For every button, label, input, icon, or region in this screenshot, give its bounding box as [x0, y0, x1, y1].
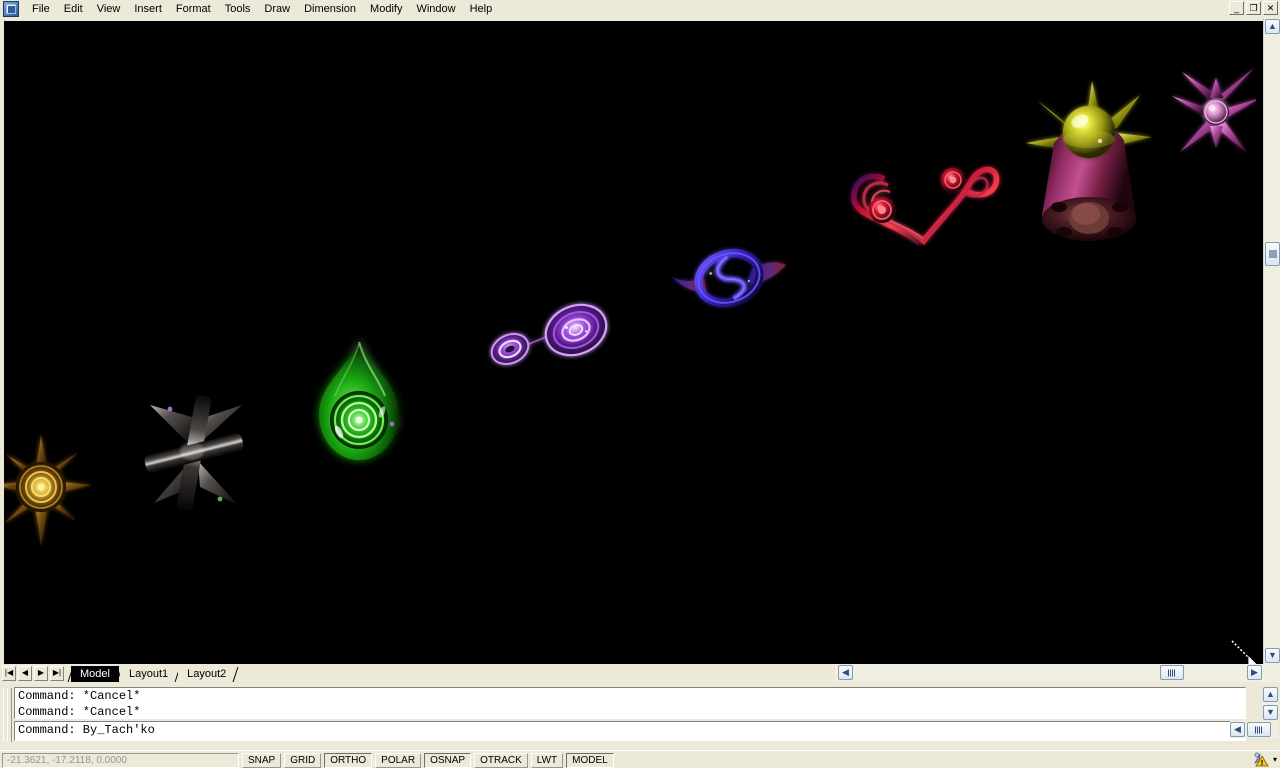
- status-tray: ▾: [1252, 752, 1277, 767]
- vertical-scroll-thumb[interactable]: [1265, 242, 1280, 266]
- chrome-asterisk: [144, 395, 244, 511]
- application-window: File Edit View Insert Format Tools Draw …: [0, 0, 1280, 768]
- vertical-scrollbar[interactable]: ▲ ▼: [1263, 18, 1280, 664]
- command-history-line: Command: *Cancel*: [18, 689, 141, 703]
- close-button[interactable]: ✕: [1263, 1, 1278, 15]
- menu-modify[interactable]: Modify: [363, 1, 409, 18]
- green-teardrop: [319, 341, 399, 460]
- horizontal-scrollbar[interactable]: ◀ ▶: [835, 664, 1280, 682]
- restore-glyph: ❐: [1249, 3, 1258, 13]
- prev-tab-button[interactable]: ◀: [18, 665, 32, 681]
- restore-button[interactable]: ❐: [1246, 1, 1261, 15]
- scroll-grip-icon: [1255, 726, 1263, 733]
- menu-file[interactable]: File: [25, 1, 57, 18]
- command-scroll-up-button[interactable]: ▲: [1263, 687, 1278, 702]
- scroll-right-button[interactable]: ▶: [1247, 665, 1262, 680]
- model-toggle[interactable]: MODEL: [566, 752, 614, 768]
- drawing-area[interactable]: [0, 18, 1280, 667]
- tray-expand-caret[interactable]: ▾: [1273, 755, 1277, 764]
- snap-toggle[interactable]: SNAP: [242, 752, 282, 768]
- coordinate-display[interactable]: -21.3621, -17.2118, 0.0000: [2, 752, 239, 768]
- next-tab-button[interactable]: ▶: [34, 665, 48, 681]
- first-tab-button[interactable]: |◀: [2, 665, 16, 681]
- chevron-down-icon: ▼: [1266, 707, 1275, 717]
- command-input-scrollbar[interactable]: ◀: [1230, 721, 1278, 738]
- status-bar: -21.3621, -17.2118, 0.0000 SNAP GRID ORT…: [0, 750, 1280, 768]
- scroll-up-button[interactable]: ▲: [1265, 19, 1280, 34]
- close-glyph: ✕: [1266, 3, 1275, 13]
- command-input-scroll-thumb[interactable]: [1247, 722, 1271, 737]
- menu-help[interactable]: Help: [463, 1, 500, 18]
- chevron-right-icon: ▶: [1251, 667, 1258, 677]
- scroll-grip-icon: [1168, 669, 1176, 676]
- chevron-left-icon: ◀: [842, 667, 849, 677]
- minimize-glyph: _: [1233, 3, 1239, 13]
- command-history[interactable]: Command: *Cancel* Command: *Cancel*: [14, 687, 1246, 719]
- pink-cone-star: [1172, 68, 1256, 154]
- command-prompt-text: Command: By_Tach'ko: [18, 723, 155, 737]
- purple-double-torus: [490, 303, 608, 365]
- chevron-down-icon: ▼: [1268, 650, 1277, 660]
- command-history-scrollbar[interactable]: ▲ ▼: [1263, 687, 1278, 720]
- chevron-up-icon: ▲: [1266, 689, 1275, 699]
- command-scroll-left-button[interactable]: ◀: [1230, 722, 1245, 737]
- chevron-left-icon: ◀: [1234, 724, 1241, 734]
- tab-layout1[interactable]: Layout1: [119, 666, 178, 682]
- scroll-left-button[interactable]: ◀: [838, 665, 853, 680]
- gold-sunburst-star: [4, 434, 92, 546]
- layout-tab-bar: |◀ ◀ ▶ ▶| Model Layout1 Layout2: [0, 664, 835, 682]
- horizontal-scroll-thumb[interactable]: [1160, 665, 1184, 680]
- menu-bar: File Edit View Insert Format Tools Draw …: [0, 0, 1280, 19]
- menu-view[interactable]: View: [90, 1, 128, 18]
- menu-tools[interactable]: Tools: [218, 1, 258, 18]
- command-scroll-down-button[interactable]: ▼: [1263, 705, 1278, 720]
- red-heart-spiral: [851, 166, 1000, 246]
- menu-window[interactable]: Window: [409, 1, 462, 18]
- menu-edit[interactable]: Edit: [57, 1, 90, 18]
- tab-model[interactable]: Model: [71, 666, 119, 682]
- menu-format[interactable]: Format: [169, 1, 218, 18]
- minimize-button[interactable]: _: [1229, 1, 1244, 15]
- magenta-spiked-cone: [1026, 81, 1152, 241]
- ortho-toggle[interactable]: ORTHO: [324, 752, 373, 768]
- warning-communication-icon[interactable]: [1252, 752, 1270, 767]
- last-tab-button[interactable]: ▶|: [50, 665, 64, 681]
- menu-insert[interactable]: Insert: [127, 1, 169, 18]
- scroll-grip-icon: [1269, 250, 1276, 258]
- grid-toggle[interactable]: GRID: [284, 752, 322, 768]
- command-window: Command: *Cancel* Command: *Cancel* Comm…: [0, 684, 1280, 748]
- blue-winged-ring: [670, 249, 786, 307]
- otrack-toggle[interactable]: OTRACK: [474, 752, 528, 768]
- scroll-down-button[interactable]: ▼: [1265, 648, 1280, 663]
- command-window-gripper[interactable]: [2, 688, 12, 742]
- osnap-toggle[interactable]: OSNAP: [424, 752, 472, 768]
- layout-tabs: Model Layout1 Layout2: [67, 664, 239, 682]
- tab-layout2[interactable]: Layout2: [178, 666, 236, 682]
- polar-toggle[interactable]: POLAR: [375, 752, 422, 768]
- command-input[interactable]: Command: By_Tach'ko: [14, 721, 1246, 741]
- chevron-up-icon: ▲: [1268, 21, 1277, 31]
- autocad-app-icon[interactable]: [3, 1, 19, 17]
- window-controls: _ ❐ ✕: [1229, 1, 1278, 15]
- command-history-line: Command: *Cancel*: [18, 705, 141, 719]
- lwt-toggle[interactable]: LWT: [530, 752, 564, 768]
- menu-dimension[interactable]: Dimension: [297, 1, 363, 18]
- drawing-canvas[interactable]: [4, 21, 1256, 667]
- menu-draw[interactable]: Draw: [257, 1, 297, 18]
